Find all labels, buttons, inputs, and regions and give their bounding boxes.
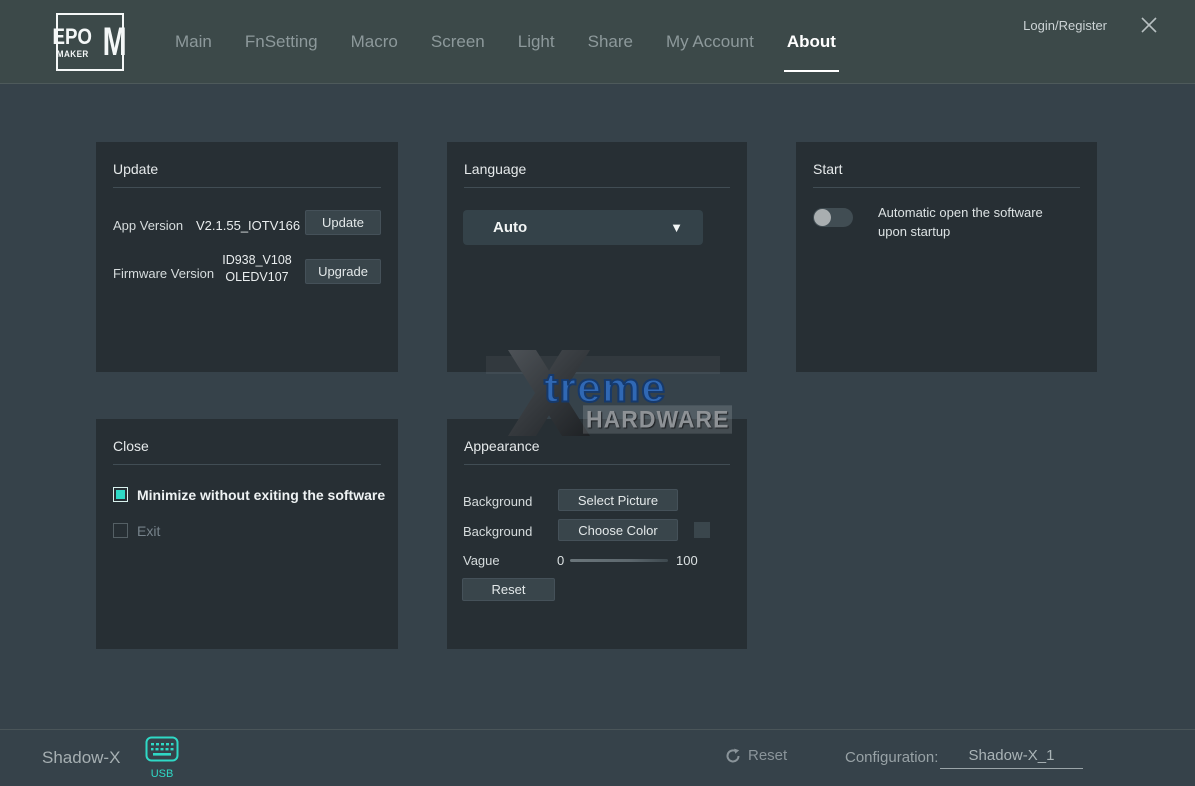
select-picture-button[interactable]: Select Picture	[558, 489, 678, 511]
device-name: Shadow-X	[42, 748, 120, 768]
login-register-link[interactable]: Login/Register	[1023, 18, 1107, 33]
language-panel: Language Auto ▼	[447, 142, 747, 372]
tab-macro[interactable]: Macro	[351, 0, 398, 83]
keyboard-icon	[145, 736, 179, 762]
main-nav: Main FnSetting Macro Screen Light Share …	[175, 0, 836, 83]
refresh-icon	[725, 748, 741, 764]
slider-min-value: 0	[557, 553, 564, 568]
configuration-name-field[interactable]: Shadow-X_1	[940, 737, 1083, 769]
logo-letter-m: M	[102, 25, 126, 59]
color-swatch[interactable]	[694, 522, 710, 538]
choose-color-button[interactable]: Choose Color	[558, 519, 678, 541]
language-panel-title: Language	[464, 161, 526, 177]
device-usb-chip[interactable]: USB	[143, 736, 181, 780]
minimize-checkbox-label: Minimize without exiting the software	[137, 487, 385, 503]
vague-label: Vague	[463, 553, 500, 568]
firmware-line1: ID938_V108	[218, 252, 296, 269]
footer-bar: Shadow-X USB Reset Configuration: Shadow…	[0, 729, 1195, 786]
tab-screen[interactable]: Screen	[431, 0, 485, 83]
divider	[464, 464, 730, 465]
divider	[113, 464, 381, 465]
update-button[interactable]: Update	[305, 210, 381, 235]
update-panel-title: Update	[113, 161, 158, 177]
close-icon[interactable]	[1139, 15, 1159, 35]
divider	[113, 187, 381, 188]
epomaker-logo: EPO MAKER M	[56, 13, 124, 71]
firmware-line2: OLEDV107	[218, 269, 296, 286]
exit-checkbox[interactable]	[113, 523, 128, 538]
autostart-toggle-label: Automatic open the software upon startup	[878, 204, 1058, 242]
tab-about[interactable]: About	[787, 0, 836, 83]
usb-port-label: USB	[143, 768, 181, 780]
close-panel-title: Close	[113, 438, 149, 454]
logo-text-bottom: MAKER	[56, 50, 88, 59]
appearance-panel: Appearance Background Select Picture Bac…	[447, 419, 747, 649]
appearance-reset-button[interactable]: Reset	[462, 578, 555, 601]
header-bar: EPO MAKER M Main FnSetting Macro Screen …	[0, 0, 1195, 84]
configuration-label: Configuration:	[845, 749, 938, 766]
close-panel: Close Minimize without exiting the softw…	[96, 419, 398, 649]
app-version-value: V2.1.55_IOTV166	[196, 218, 300, 233]
toggle-knob	[814, 209, 831, 226]
start-panel: Start Automatic open the software upon s…	[796, 142, 1097, 372]
language-selected-value: Auto	[493, 219, 670, 236]
background-color-label: Background	[463, 524, 532, 539]
firmware-version-value: ID938_V108 OLEDV107	[218, 252, 296, 286]
checkbox-check-fill	[116, 490, 125, 499]
footer-reset-label: Reset	[748, 747, 787, 764]
background-picture-label: Background	[463, 494, 532, 509]
firmware-version-label: Firmware Version	[113, 266, 214, 281]
divider	[464, 187, 730, 188]
update-panel: Update App Version V2.1.55_IOTV166 Updat…	[96, 142, 398, 372]
logo-text-top: EPO	[53, 26, 92, 48]
tab-light[interactable]: Light	[518, 0, 555, 83]
start-panel-title: Start	[813, 161, 843, 177]
slider-max-value: 100	[676, 553, 698, 568]
language-dropdown[interactable]: Auto ▼	[463, 210, 703, 245]
appearance-panel-title: Appearance	[464, 438, 540, 454]
tab-fnsetting[interactable]: FnSetting	[245, 0, 318, 83]
autostart-toggle[interactable]	[813, 208, 853, 227]
footer-reset-button[interactable]: Reset	[725, 747, 787, 764]
minimize-checkbox[interactable]	[113, 487, 128, 502]
tab-my-account[interactable]: My Account	[666, 0, 754, 83]
watermark-treme-text: treme	[544, 365, 666, 412]
upgrade-button[interactable]: Upgrade	[305, 259, 381, 284]
app-version-label: App Version	[113, 218, 183, 233]
divider	[813, 187, 1080, 188]
tab-share[interactable]: Share	[588, 0, 633, 83]
exit-checkbox-label: Exit	[137, 523, 160, 539]
configuration-value: Shadow-X_1	[969, 747, 1055, 764]
vague-slider[interactable]	[570, 559, 668, 562]
chevron-down-icon: ▼	[670, 220, 683, 235]
tab-main[interactable]: Main	[175, 0, 212, 83]
